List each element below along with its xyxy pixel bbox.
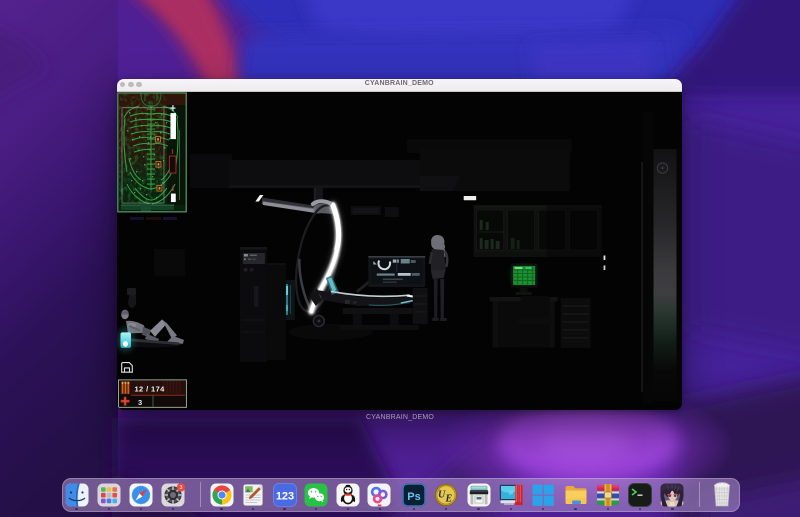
svg-text:3: 3 xyxy=(137,398,141,407)
svg-text:123: 123 xyxy=(275,490,293,502)
svg-text:E: E xyxy=(445,493,453,504)
svg-text:Ps: Ps xyxy=(407,490,420,502)
svg-text:12 / 174: 12 / 174 xyxy=(134,384,165,393)
svg-text:3: 3 xyxy=(180,485,183,491)
